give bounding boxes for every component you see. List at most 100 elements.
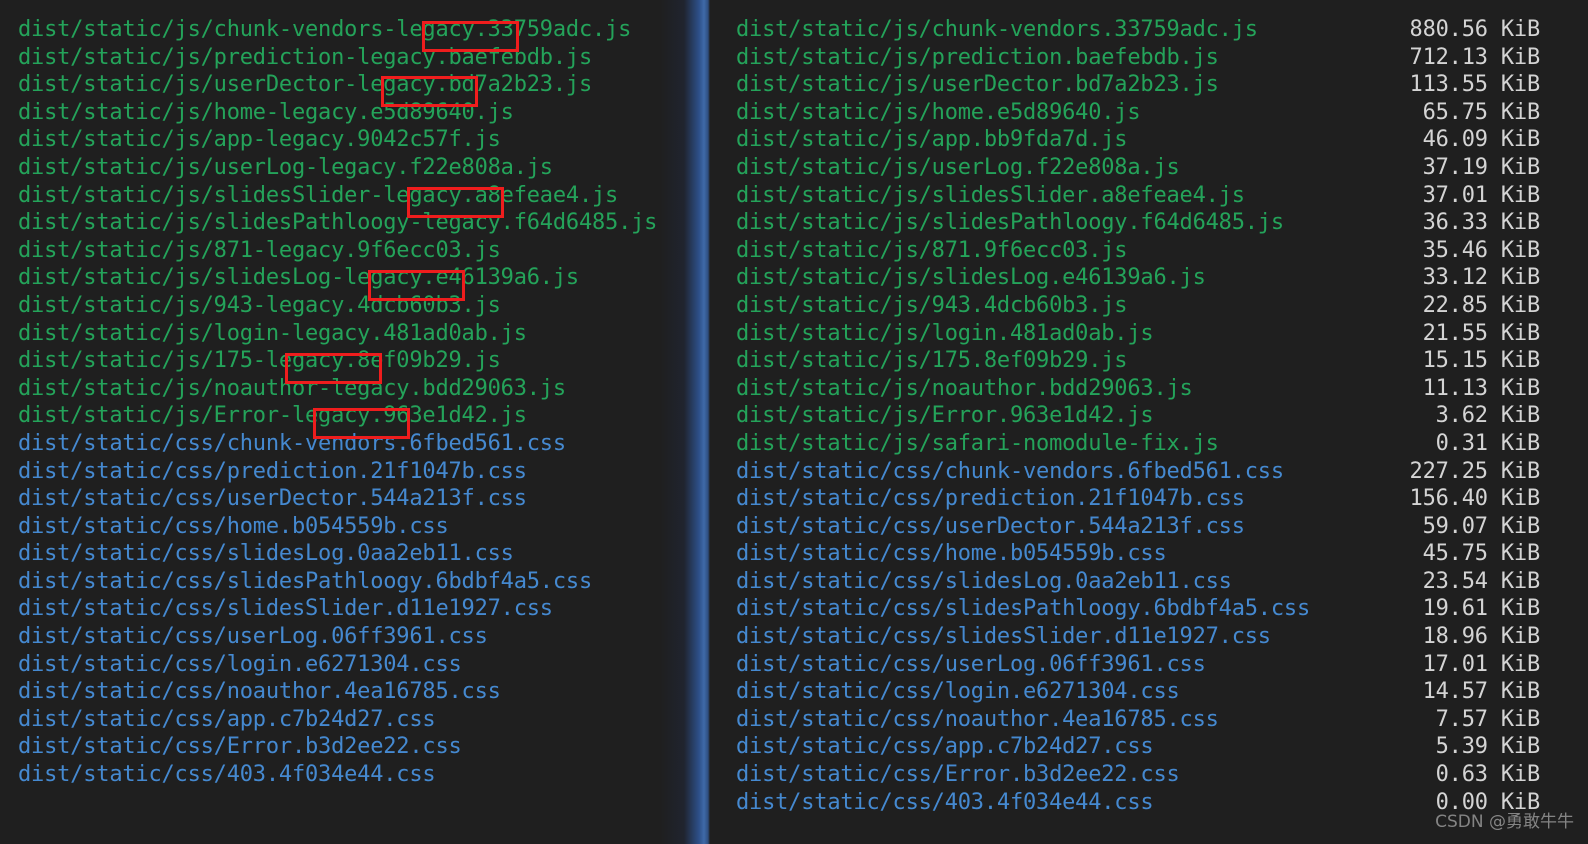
css-asset-path: dist/static/css/home.b054559b.css (736, 541, 1167, 567)
file-list-line: dist/static/css/login.e6271304.css (18, 651, 700, 679)
left-file-list: dist/static/js/chunk-vendors-legacy.3375… (0, 16, 700, 789)
file-size-row: dist/static/js/login.481ad0ab.js 21.55 Ki… (736, 320, 1588, 348)
asset-size-value: 21.55 KiB (1422, 320, 1541, 346)
file-list-line: dist/static/js/175-legacy.8ef09b29.js (18, 347, 700, 375)
file-size-row: dist/static/js/943.4dcb60b3.js 22.85 KiB (736, 292, 1588, 320)
css-asset-path: dist/static/css/prediction.21f1047b.css (18, 458, 527, 484)
asset-size-value: 712.13 KiB (1409, 44, 1541, 70)
css-asset-path: dist/static/css/noauthor.4ea16785.css (18, 679, 501, 705)
file-size-row: dist/static/js/home.e5d89640.js 65.75 KiB (736, 99, 1588, 127)
file-list-line: dist/static/js/slidesSlider-legacy.a8efe… (18, 182, 700, 210)
file-size-row: dist/static/css/403.4f034e44.css 0.00 KiB (736, 789, 1588, 817)
right-file-list: dist/static/js/chunk-vendors.33759adc.js… (710, 16, 1588, 816)
file-list-line: dist/static/css/app.c7b24d27.css (18, 706, 700, 734)
js-asset-path: dist/static/js/175.8ef09b29.js (736, 348, 1128, 374)
file-size-row: dist/static/css/slidesSlider.d11e1927.cs… (736, 623, 1588, 651)
js-asset-path: dist/static/js/943.4dcb60b3.js (736, 292, 1128, 318)
asset-size-value: 113.55 KiB (1409, 72, 1541, 98)
css-asset-path: dist/static/css/slidesLog.0aa2eb11.css (736, 568, 1232, 594)
file-list-line: dist/static/js/userLog-legacy.f22e808a.j… (18, 154, 700, 182)
file-size-row: dist/static/css/home.b054559b.css 45.75 K… (736, 540, 1588, 568)
css-asset-path: dist/static/css/userLog.06ff3961.css (736, 651, 1206, 677)
css-asset-path: dist/static/css/noauthor.4ea16785.css (736, 706, 1219, 732)
js-asset-path: dist/static/js/app-legacy.9042c57f.js (18, 127, 501, 153)
terminal-comparison-screenshot: dist/static/js/chunk-vendors-legacy.3375… (0, 0, 1588, 844)
css-asset-path: dist/static/css/userLog.06ff3961.css (18, 624, 488, 650)
file-size-row: dist/static/js/Error.963e1d42.js 3.62 KiB (736, 402, 1588, 430)
file-list-line: dist/static/css/slidesPathloogy.6bdbf4a5… (18, 568, 700, 596)
asset-size-value: 18.96 KiB (1422, 624, 1541, 650)
file-size-row: dist/static/css/Error.b3d2ee22.css 0.63 K… (736, 761, 1588, 789)
css-asset-path: dist/static/css/app.c7b24d27.css (18, 706, 436, 732)
js-asset-path: dist/static/js/slidesSlider.a8efeae4.js (736, 182, 1245, 208)
js-asset-path: dist/static/js/slidesPathloogy-legacy.f6… (18, 210, 658, 236)
file-size-row: dist/static/js/userDector.bd7a2b23.js 113… (736, 71, 1588, 99)
file-size-row: dist/static/css/userLog.06ff3961.css 17.0… (736, 651, 1588, 679)
js-asset-path: dist/static/js/userLog-legacy.f22e808a.j… (18, 154, 553, 180)
asset-size-value: 227.25 KiB (1409, 458, 1541, 484)
asset-size-value: 0.63 KiB (1435, 762, 1541, 788)
js-asset-path: dist/static/js/home.e5d89640.js (736, 99, 1141, 125)
file-list-line: dist/static/js/slidesPathloogy-legacy.f6… (18, 209, 700, 237)
js-asset-path: dist/static/js/login-legacy.481ad0ab.js (18, 320, 527, 346)
asset-size-value: 35.46 KiB (1422, 237, 1541, 263)
file-size-row: dist/static/js/userLog.f22e808a.js 37.19 … (736, 154, 1588, 182)
file-list-line: dist/static/js/home-legacy.e5d89640.js (18, 99, 700, 127)
file-size-row: dist/static/css/userDector.544a213f.css 5… (736, 513, 1588, 541)
file-list-line: dist/static/js/871-legacy.9f6ecc03.js (18, 237, 700, 265)
css-asset-path: dist/static/css/403.4f034e44.css (736, 789, 1154, 815)
js-asset-path: dist/static/js/943-legacy.4dcb60b3.js (18, 292, 501, 318)
file-size-row: dist/static/js/app.bb9fda7d.js 46.09 KiB (736, 126, 1588, 154)
css-asset-path: dist/static/css/login.e6271304.css (736, 679, 1180, 705)
file-list-line: dist/static/css/chunk-vendors.6fbed561.c… (18, 430, 700, 458)
file-list-line: dist/static/js/userDector-legacy.bd7a2b2… (18, 71, 700, 99)
asset-size-value: 22.85 KiB (1422, 292, 1541, 318)
js-asset-path: dist/static/js/safari-nomodule-fix.js (736, 430, 1219, 456)
asset-size-value: 23.54 KiB (1422, 568, 1541, 594)
file-list-line: dist/static/css/403.4f034e44.css (18, 761, 700, 789)
file-list-line: dist/static/css/slidesLog.0aa2eb11.css (18, 540, 700, 568)
left-terminal-pane[interactable]: dist/static/js/chunk-vendors-legacy.3375… (0, 0, 700, 844)
js-asset-path: dist/static/js/slidesLog.e46139a6.js (736, 265, 1206, 291)
file-size-row: dist/static/css/login.e6271304.css 14.57 … (736, 678, 1588, 706)
asset-size-value: 36.33 KiB (1422, 210, 1541, 236)
css-asset-path: dist/static/css/prediction.21f1047b.css (736, 486, 1245, 512)
asset-size-value: 17.01 KiB (1422, 651, 1541, 677)
right-terminal-pane[interactable]: dist/static/js/chunk-vendors.33759adc.js… (710, 0, 1588, 844)
css-asset-path: dist/static/css/chunk-vendors.6fbed561.c… (18, 430, 566, 456)
css-asset-path: dist/static/css/Error.b3d2ee22.css (18, 734, 462, 760)
asset-size-value: 7.57 KiB (1435, 706, 1541, 732)
js-asset-path: dist/static/js/Error.963e1d42.js (736, 403, 1154, 429)
asset-size-value: 65.75 KiB (1422, 99, 1541, 125)
asset-size-value: 5.39 KiB (1435, 734, 1541, 760)
file-list-line: dist/static/js/prediction-legacy.baefebd… (18, 44, 700, 72)
js-asset-path: dist/static/js/userDector.bd7a2b23.js (736, 72, 1219, 98)
file-list-line: dist/static/css/userLog.06ff3961.css (18, 623, 700, 651)
asset-size-value: 37.19 KiB (1422, 154, 1541, 180)
asset-size-value: 880.56 KiB (1409, 17, 1541, 42)
css-asset-path: dist/static/css/login.e6271304.css (18, 651, 462, 677)
asset-size-value: 11.13 KiB (1422, 375, 1541, 401)
asset-size-value: 0.00 KiB (1435, 789, 1541, 815)
css-asset-path: dist/static/css/403.4f034e44.css (18, 762, 436, 788)
file-list-line: dist/static/css/Error.b3d2ee22.css (18, 733, 700, 761)
js-asset-path: dist/static/js/chunk-vendors.33759adc.js (736, 17, 1258, 42)
file-list-line: dist/static/js/slidesLog-legacy.e46139a6… (18, 264, 700, 292)
asset-size-value: 156.40 KiB (1409, 486, 1541, 512)
css-asset-path: dist/static/css/chunk-vendors.6fbed561.c… (736, 458, 1284, 484)
file-size-row: dist/static/js/871.9f6ecc03.js 35.46 KiB (736, 237, 1588, 265)
js-asset-path: dist/static/js/noauthor.bdd29063.js (736, 375, 1193, 401)
js-asset-path: dist/static/js/871-legacy.9f6ecc03.js (18, 237, 501, 263)
asset-size-value: 59.07 KiB (1422, 513, 1541, 539)
js-asset-path: dist/static/js/app.bb9fda7d.js (736, 127, 1128, 153)
file-size-row: dist/static/js/slidesPathloogy.f64d6485.… (736, 209, 1588, 237)
file-list-line: dist/static/js/app-legacy.9042c57f.js (18, 126, 700, 154)
css-asset-path: dist/static/css/slidesSlider.d11e1927.cs… (18, 596, 553, 622)
file-size-row: dist/static/css/slidesLog.0aa2eb11.css 23… (736, 568, 1588, 596)
file-size-row: dist/static/css/app.c7b24d27.css 5.39 KiB (736, 733, 1588, 761)
file-list-line: dist/static/js/943-legacy.4dcb60b3.js (18, 292, 700, 320)
js-asset-path: dist/static/js/slidesLog-legacy.e46139a6… (18, 265, 579, 291)
js-asset-path: dist/static/js/login.481ad0ab.js (736, 320, 1154, 346)
css-asset-path: dist/static/css/userDector.544a213f.css (18, 486, 527, 512)
file-size-row: dist/static/js/slidesSlider.a8efeae4.js 3… (736, 182, 1588, 210)
